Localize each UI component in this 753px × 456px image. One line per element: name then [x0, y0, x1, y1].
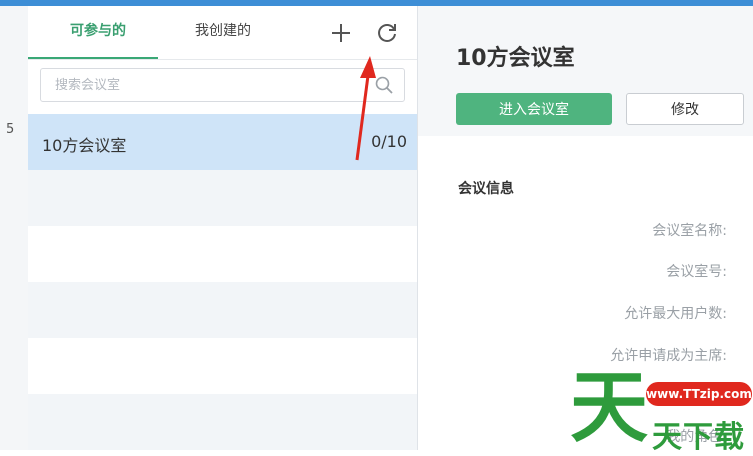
gutter-number: 5: [6, 122, 15, 137]
empty-row: [28, 282, 417, 338]
watermark-url: www.TTzip.com: [646, 382, 752, 406]
section-title: 会议信息: [458, 181, 514, 197]
detail-title: 10方会议室: [456, 46, 575, 71]
tab-created[interactable]: 我创建的: [158, 16, 288, 46]
field-label-allow-chair: 允许申请成为主席:: [610, 348, 727, 364]
room-list-panel: 可参与的 我创建的 10方会议室 0/10: [28, 6, 418, 450]
site-watermark-logo: 天 www.TTzip.com 天下载: [570, 363, 753, 455]
detail-header: 10方会议室 进入会议室 修改: [418, 6, 753, 136]
refresh-button[interactable]: [374, 20, 400, 46]
watermark-sub: 天下载: [652, 420, 745, 455]
empty-row: [28, 338, 417, 394]
search-input[interactable]: [41, 69, 389, 101]
tab-joinable[interactable]: 可参与的: [38, 16, 158, 46]
empty-row: [28, 226, 417, 282]
field-label-room-name: 会议室名称:: [652, 223, 727, 239]
refresh-icon: [378, 24, 396, 42]
watermark-big-glyph: 天: [570, 363, 649, 453]
enter-room-button[interactable]: 进入会议室: [456, 93, 612, 125]
edit-button[interactable]: 修改: [626, 93, 744, 125]
plus-icon: [332, 24, 350, 42]
annotation-arrow-icon: [355, 56, 376, 161]
add-room-button[interactable]: [328, 20, 354, 46]
empty-row: [28, 170, 417, 226]
field-label-max-users: 允许最大用户数:: [624, 306, 727, 322]
field-label-room-number: 会议室号:: [666, 264, 727, 280]
left-gutter: 5: [0, 6, 29, 450]
empty-row: [28, 394, 417, 450]
room-name: 10方会议室: [42, 136, 127, 155]
